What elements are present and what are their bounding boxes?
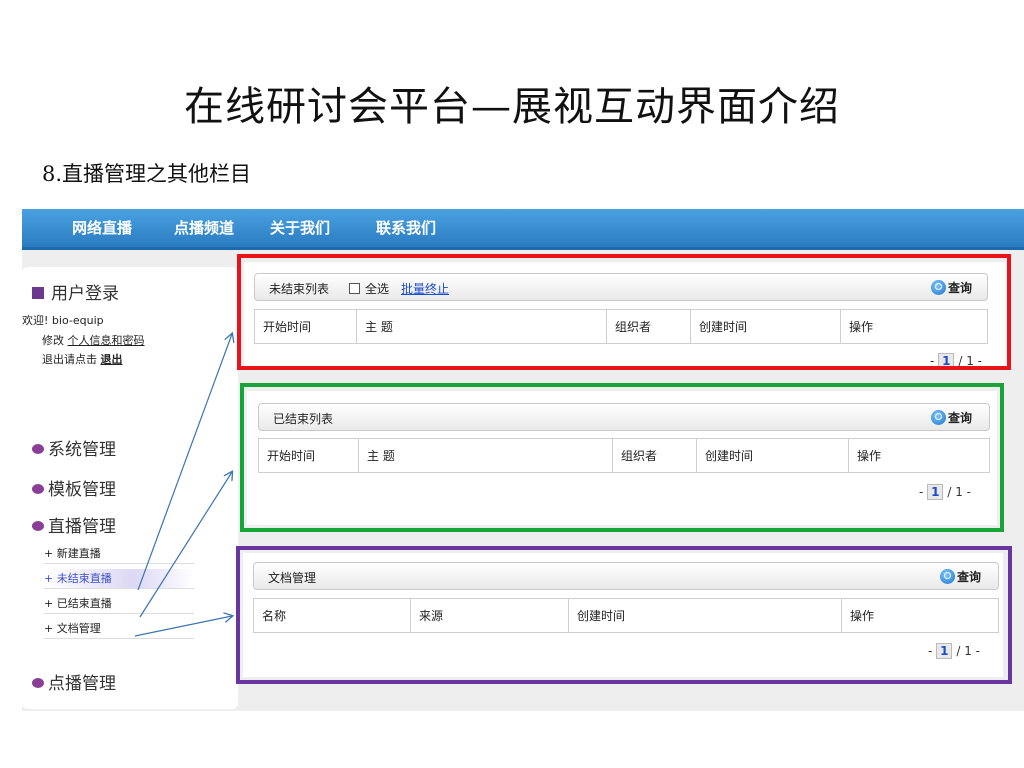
finished-query-button[interactable]: 查询: [931, 409, 972, 426]
column-header[interactable]: 创建时间: [690, 309, 841, 344]
nav-item-vod[interactable]: 点播频道: [174, 209, 234, 247]
unfinished-pager: -1/ 1 -: [930, 353, 982, 369]
search-icon: [940, 569, 955, 584]
finished-title: 已结束列表: [273, 412, 334, 426]
documents-pager: -1/ 1 -: [928, 643, 980, 659]
documents-query-button[interactable]: 查询: [940, 568, 981, 585]
circle-bullet-icon: [32, 484, 44, 494]
section-template[interactable]: 模板管理: [32, 475, 116, 500]
page-number[interactable]: 1: [927, 484, 944, 500]
circle-bullet-icon: [32, 444, 44, 454]
column-header[interactable]: 创建时间: [696, 438, 849, 473]
unfinished-table: 开始时间 主 题 组织者 创建时间 操作: [254, 309, 988, 344]
unfinished-header: 未结束列表 全选 批量终止 查询: [254, 273, 988, 301]
column-header[interactable]: 主 题: [358, 438, 613, 473]
column-header[interactable]: 操作: [848, 438, 990, 473]
page-number[interactable]: 1: [936, 643, 953, 659]
sidebar-item-finished-live[interactable]: + 已结束直播: [44, 594, 194, 614]
nav-item-live[interactable]: 网络直播: [72, 209, 132, 247]
sidebar-item-documents[interactable]: + 文档管理: [44, 619, 194, 639]
logout-link[interactable]: 退出: [101, 353, 123, 366]
unfinished-title: 未结束列表: [269, 282, 330, 296]
finished-pager: -1/ 1 -: [919, 484, 971, 500]
section-system[interactable]: 系统管理: [32, 435, 116, 460]
finished-table: 开始时间 主 题 组织者 创建时间 操作: [258, 438, 990, 473]
nav-item-about[interactable]: 关于我们: [270, 209, 330, 247]
square-bullet-icon: [32, 287, 44, 299]
top-navbar: 网络直播 点播频道 关于我们 联系我们: [22, 209, 1024, 250]
documents-title: 文档管理: [268, 571, 317, 585]
column-header[interactable]: 名称: [253, 598, 411, 633]
search-icon: [931, 280, 946, 295]
documents-table: 名称 来源 创建时间 操作: [253, 598, 999, 633]
batch-stop-link[interactable]: 批量终止: [401, 280, 449, 297]
select-all-checkbox[interactable]: [349, 283, 360, 294]
welcome-text: 欢迎! bio-equip: [22, 314, 104, 327]
documents-header: 文档管理 查询: [253, 562, 999, 590]
column-header[interactable]: 开始时间: [254, 309, 357, 344]
section-live[interactable]: 直播管理: [32, 512, 116, 537]
sidebar-item-new-live[interactable]: + 新建直播: [44, 544, 194, 564]
nav-item-contact[interactable]: 联系我们: [376, 209, 436, 247]
column-header[interactable]: 开始时间: [258, 438, 359, 473]
column-header[interactable]: 主 题: [356, 309, 607, 344]
unfinished-query-button[interactable]: 查询: [931, 279, 972, 296]
sidebar: 用户登录 欢迎! bio-equip 修改 个人信息和密码 退出请点击 退出 系…: [22, 267, 238, 709]
sidebar-item-unfinished-live[interactable]: + 未结束直播: [44, 569, 194, 589]
login-heading: 用户登录: [32, 279, 119, 304]
modify-row: 修改 个人信息和密码: [42, 334, 145, 347]
column-header[interactable]: 来源: [410, 598, 569, 633]
column-header[interactable]: 操作: [840, 309, 988, 344]
circle-bullet-icon: [32, 678, 44, 688]
finished-header: 已结束列表 查询: [258, 403, 990, 431]
slide-title: 在线研讨会平台—展视互动界面介绍: [184, 84, 840, 130]
column-header[interactable]: 组织者: [606, 309, 691, 344]
profile-link[interactable]: 个人信息和密码: [68, 334, 145, 347]
search-icon: [931, 410, 946, 425]
slide-subtitle: 8.直播管理之其他栏目: [42, 162, 252, 186]
column-header[interactable]: 创建时间: [568, 598, 842, 633]
column-header[interactable]: 操作: [841, 598, 999, 633]
column-header[interactable]: 组织者: [612, 438, 697, 473]
section-vod[interactable]: 点播管理: [32, 669, 116, 694]
page-number[interactable]: 1: [938, 353, 955, 369]
select-all[interactable]: 全选: [349, 280, 389, 297]
circle-bullet-icon: [32, 521, 44, 531]
logout-row: 退出请点击 退出: [42, 353, 123, 366]
